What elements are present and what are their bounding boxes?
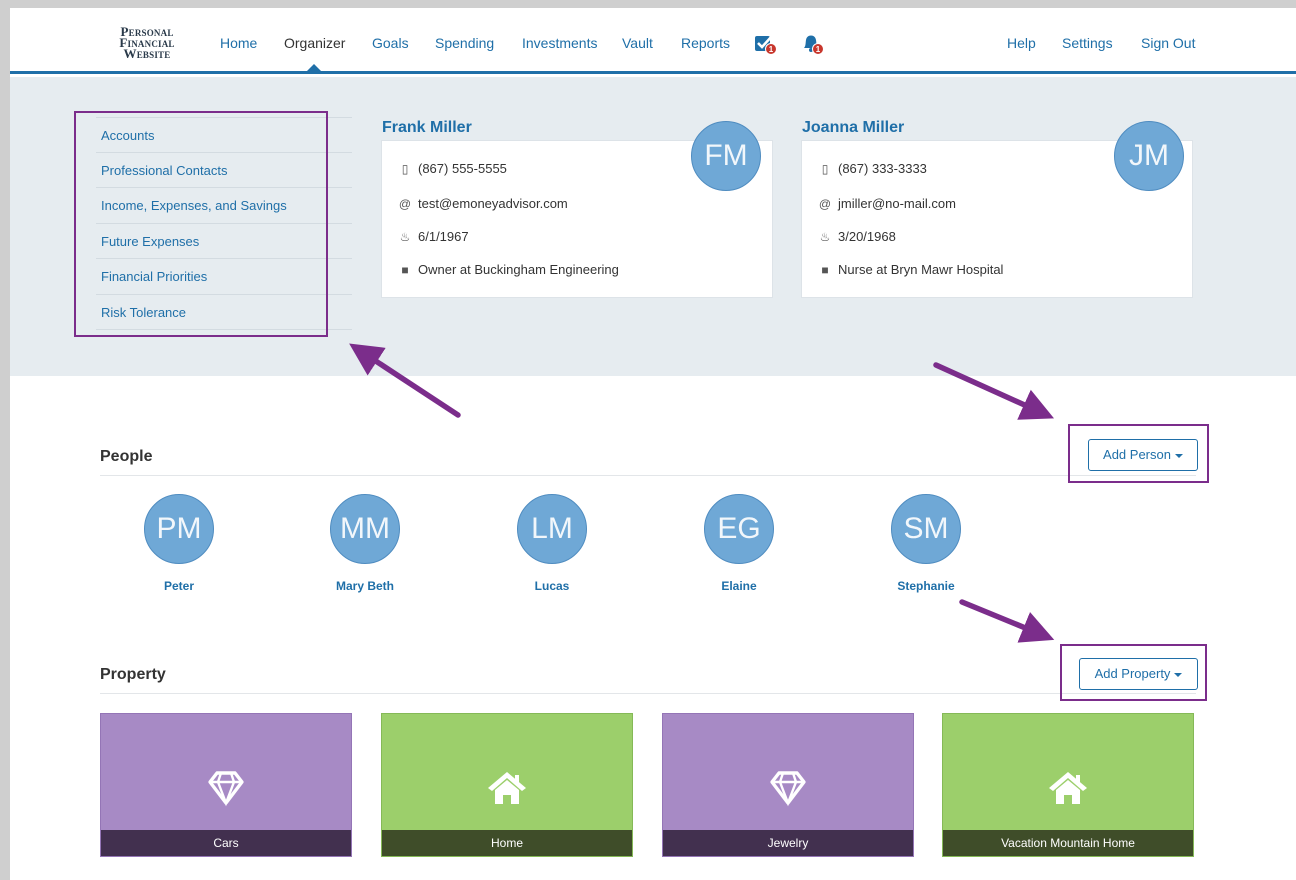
property-tile-home[interactable]: Home (381, 713, 633, 857)
diamond-icon (770, 771, 806, 807)
property-tile-label: Vacation Mountain Home (943, 830, 1193, 856)
nav-settings[interactable]: Settings (1062, 35, 1113, 51)
top-navigation: Personal Financial Website Home Organize… (10, 8, 1296, 74)
person-name[interactable]: Elaine (679, 579, 799, 593)
client-phone: (867) 555-5555 (418, 161, 507, 176)
sidebar-highlight-box (74, 111, 328, 337)
client-occupation: Owner at Buckingham Engineering (418, 262, 619, 277)
nav-sign-out[interactable]: Sign Out (1141, 35, 1195, 51)
birthday-cake-icon: ♨ (399, 229, 411, 244)
people-divider (100, 475, 1196, 476)
client-phone-row: ▯ (867) 333-3333 (818, 161, 927, 176)
person-name[interactable]: Lucas (492, 579, 612, 593)
at-icon: @ (398, 196, 412, 211)
app-window: Personal Financial Website Home Organize… (10, 8, 1296, 880)
avatar[interactable]: PM (144, 494, 214, 564)
property-divider (100, 693, 1196, 694)
property-tile-label: Cars (101, 830, 351, 856)
briefcase-icon: ■ (401, 262, 409, 277)
nav-home[interactable]: Home (220, 35, 257, 51)
client-occupation: Nurse at Bryn Mawr Hospital (838, 262, 1004, 277)
person-name[interactable]: Peter (119, 579, 239, 593)
nav-vault[interactable]: Vault (622, 35, 653, 51)
property-tile-cars[interactable]: Cars (100, 713, 352, 857)
site-logo[interactable]: Personal Financial Website (107, 25, 187, 60)
nav-organizer[interactable]: Organizer (284, 35, 345, 51)
tasks-badge: 1 (765, 43, 777, 55)
client-occupation-row: ■ Nurse at Bryn Mawr Hospital (818, 262, 1003, 277)
add-person-highlight-box (1068, 424, 1209, 483)
person-name[interactable]: Stephanie (866, 579, 986, 593)
notifications-icon[interactable]: 1 (800, 32, 824, 56)
person-name[interactable]: Mary Beth (305, 579, 425, 593)
nav-goals[interactable]: Goals (372, 35, 409, 51)
property-tile-jewelry[interactable]: Jewelry (662, 713, 914, 857)
client-email: jmiller@no-mail.com (838, 196, 956, 211)
client-birthdate-row: ♨ 6/1/1967 (398, 229, 469, 244)
avatar[interactable]: FM (691, 121, 761, 191)
avatar[interactable]: SM (891, 494, 961, 564)
client-birthdate-row: ♨ 3/20/1968 (818, 229, 896, 244)
client-phone-row: ▯ (867) 555-5555 (398, 161, 507, 176)
nav-reports[interactable]: Reports (681, 35, 730, 51)
active-nav-indicator (307, 64, 321, 71)
property-tile-label: Jewelry (663, 830, 913, 856)
nav-help[interactable]: Help (1007, 35, 1036, 51)
nav-investments[interactable]: Investments (522, 35, 597, 51)
notifications-badge: 1 (812, 43, 824, 55)
phone-icon: ▯ (821, 161, 829, 176)
avatar[interactable]: EG (704, 494, 774, 564)
avatar[interactable]: MM (330, 494, 400, 564)
briefcase-icon: ■ (821, 262, 829, 277)
add-property-highlight-box (1060, 644, 1207, 701)
client-phone: (867) 333-3333 (838, 161, 927, 176)
property-tile-label: Home (382, 830, 632, 856)
tasks-icon[interactable]: 1 (753, 32, 777, 56)
house-icon (488, 772, 526, 804)
avatar[interactable]: LM (517, 494, 587, 564)
client-name-primary[interactable]: Frank Miller (382, 119, 472, 137)
people-section-title: People (100, 448, 153, 465)
house-icon (1049, 772, 1087, 804)
client-email-row: @ jmiller@no-mail.com (818, 196, 956, 211)
client-email-row: @ test@emoneyadvisor.com (398, 196, 568, 211)
at-icon: @ (818, 196, 832, 211)
birthday-cake-icon: ♨ (819, 229, 831, 244)
nav-spending[interactable]: Spending (435, 35, 494, 51)
property-tile-vacation-home[interactable]: Vacation Mountain Home (942, 713, 1194, 857)
property-section-title: Property (100, 666, 166, 683)
avatar[interactable]: JM (1114, 121, 1184, 191)
phone-icon: ▯ (401, 161, 409, 176)
diamond-icon (208, 771, 244, 807)
client-name-spouse[interactable]: Joanna Miller (802, 119, 904, 137)
client-birthdate: 3/20/1968 (838, 229, 896, 244)
client-occupation-row: ■ Owner at Buckingham Engineering (398, 262, 619, 277)
client-email: test@emoneyadvisor.com (418, 196, 568, 211)
client-birthdate: 6/1/1967 (418, 229, 469, 244)
